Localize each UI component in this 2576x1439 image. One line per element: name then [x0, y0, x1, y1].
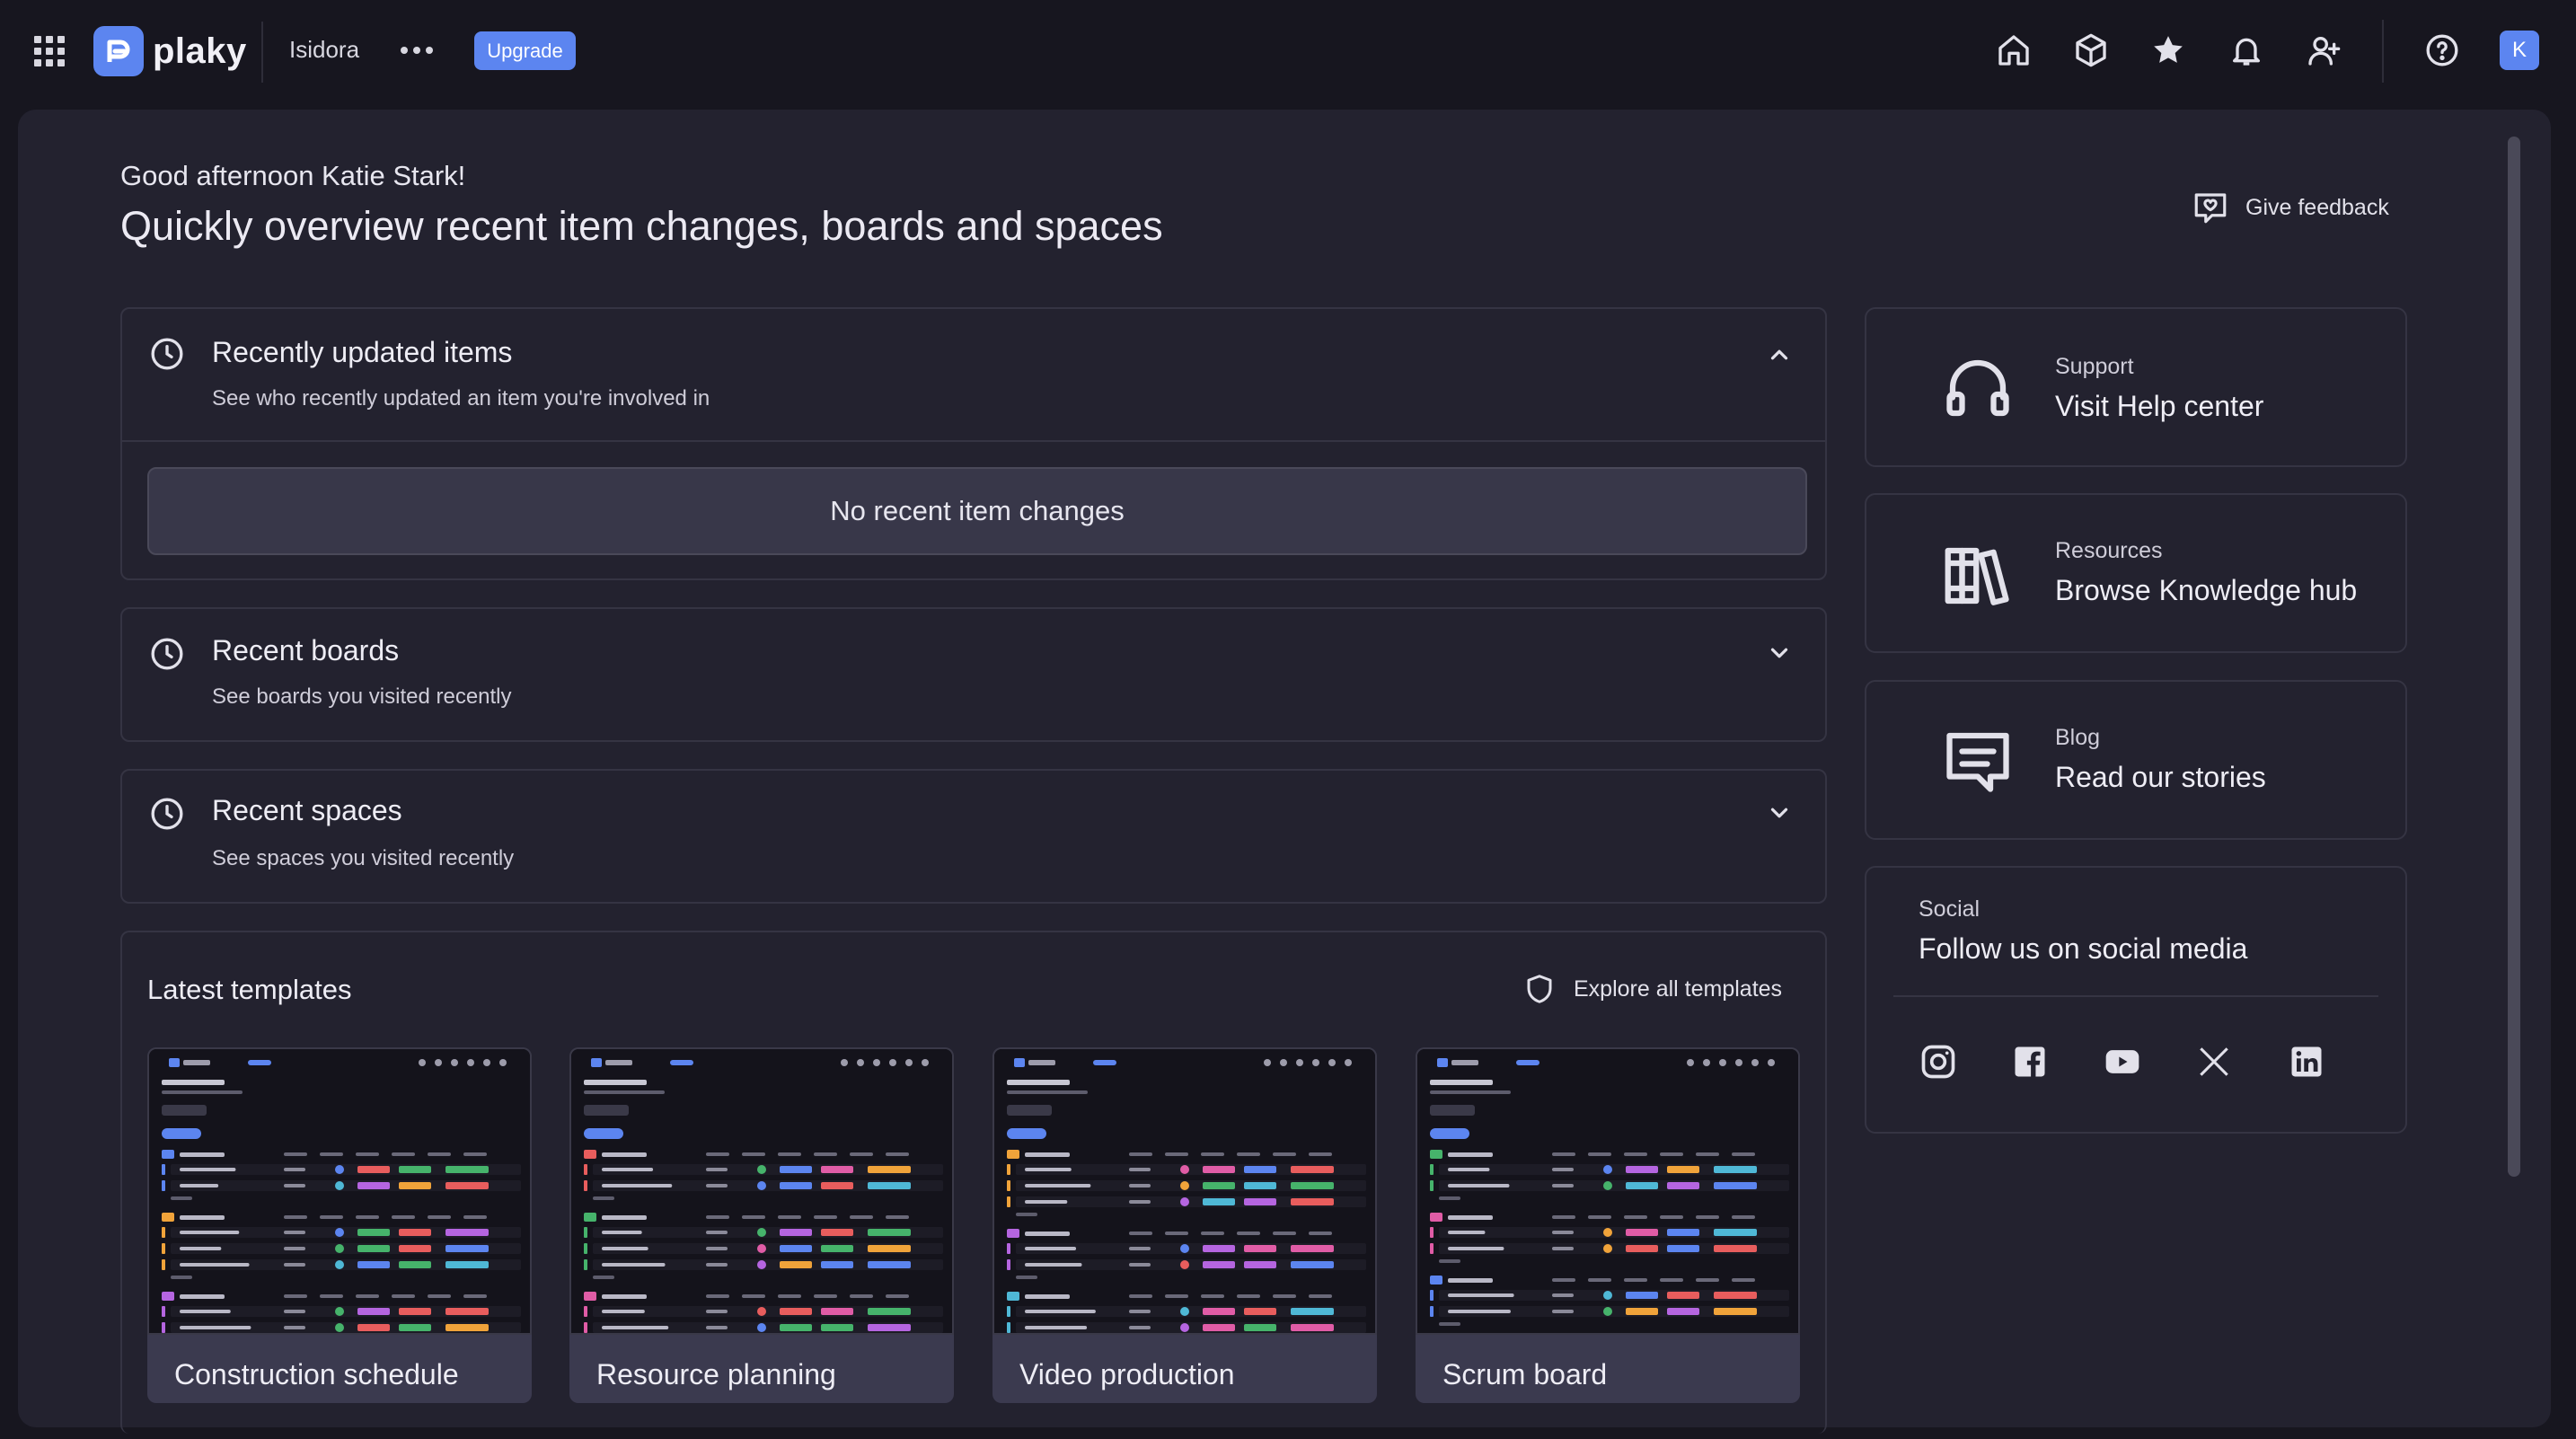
blog-card[interactable]: Blog Read our stories: [1865, 680, 2407, 840]
empty-state: No recent item changes: [147, 467, 1807, 555]
template-card[interactable]: Scrum board: [1416, 1047, 1800, 1403]
greeting: Good afternoon Katie Stark!: [120, 160, 466, 191]
section-title: Latest templates: [147, 974, 352, 1005]
blog-title: Read our stories: [2055, 761, 2266, 793]
shield-icon: [1527, 975, 1552, 1003]
facebook-icon[interactable]: [2010, 1042, 2050, 1081]
board-preview-graphic: [149, 1049, 530, 1333]
explore-templates-label: Explore all templates: [1574, 976, 1783, 1002]
chevron-down-icon[interactable]: [1766, 640, 1793, 667]
clock-icon: [151, 638, 183, 670]
recent-boards-section[interactable]: Recent boards See boards you visited rec…: [120, 607, 1827, 742]
divider: [2382, 20, 2384, 83]
upgrade-button[interactable]: Upgrade: [474, 31, 576, 70]
blog-label: Blog: [2055, 725, 2101, 750]
books-icon: [1945, 547, 2009, 605]
avatar[interactable]: K: [2500, 31, 2539, 70]
template-preview-image: [569, 1047, 954, 1335]
scrollbar[interactable]: [2508, 137, 2520, 1177]
workspace-name[interactable]: Isidora: [289, 36, 359, 64]
feedback-icon: [2194, 193, 2227, 224]
explore-templates-link[interactable]: Explore all templates: [1523, 967, 1782, 1011]
home-icon[interactable]: [1990, 27, 2037, 74]
template-name: Scrum board: [1442, 1358, 1608, 1390]
recently-updated-section: Recently updated items See who recently …: [120, 307, 1827, 580]
template-card[interactable]: Construction schedule: [147, 1047, 532, 1403]
social-title: Follow us on social media: [1919, 932, 2248, 965]
linkedin-icon[interactable]: [2287, 1042, 2326, 1081]
star-icon[interactable]: [2145, 27, 2192, 74]
chevron-up-icon[interactable]: [1766, 341, 1793, 368]
section-subtitle: See boards you visited recently: [212, 684, 512, 709]
template-name: Construction schedule: [174, 1358, 459, 1390]
section-title: Recent spaces: [212, 794, 402, 826]
template-preview-image: [992, 1047, 1377, 1335]
section-title: Recently updated items: [212, 336, 513, 368]
page-title: Quickly overview recent item changes, bo…: [120, 203, 1163, 249]
top-bar: plaky Isidora Upgrade K: [0, 0, 2576, 102]
template-preview-image: [1416, 1047, 1800, 1335]
clock-icon: [151, 798, 183, 830]
chevron-down-icon[interactable]: [1766, 799, 1793, 826]
divider: [122, 440, 1825, 442]
support-card[interactable]: Support Visit Help center: [1865, 307, 2407, 467]
board-preview-graphic: [571, 1049, 952, 1333]
resources-card[interactable]: Resources Browse Knowledge hub: [1865, 493, 2407, 653]
logo-text: plaky: [153, 31, 247, 71]
divider: [1893, 995, 2378, 997]
help-icon[interactable]: [2419, 27, 2466, 74]
resources-title: Browse Knowledge hub: [2055, 574, 2358, 606]
board-preview-graphic: [994, 1049, 1375, 1333]
template-name: Resource planning: [596, 1358, 836, 1390]
recent-spaces-section[interactable]: Recent spaces See spaces you visited rec…: [120, 769, 1827, 904]
give-feedback-button[interactable]: Give feedback: [2192, 187, 2389, 228]
divider: [261, 22, 263, 83]
give-feedback-label: Give feedback: [2245, 194, 2389, 220]
support-label: Support: [2055, 354, 2134, 379]
instagram-icon[interactable]: [1919, 1042, 1958, 1081]
template-card[interactable]: Resource planning: [569, 1047, 954, 1403]
section-title: Recent boards: [212, 634, 400, 667]
plaky-logo-icon: [93, 26, 144, 76]
plaky-logo[interactable]: plaky: [93, 25, 247, 77]
youtube-icon[interactable]: [2103, 1042, 2142, 1081]
social-label: Social: [1919, 896, 1981, 922]
add-user-icon[interactable]: [2300, 27, 2347, 74]
board-preview-graphic: [1417, 1049, 1798, 1333]
headphones-icon: [1946, 359, 2009, 417]
cube-icon[interactable]: [2068, 27, 2114, 74]
resources-label: Resources: [2055, 538, 2163, 563]
template-preview-image: [147, 1047, 532, 1335]
more-options-icon[interactable]: [397, 34, 437, 66]
support-title: Visit Help center: [2055, 390, 2264, 422]
x-icon[interactable]: [2194, 1042, 2234, 1081]
social-card: Social Follow us on social media: [1865, 866, 2407, 1134]
message-icon: [1946, 732, 2009, 792]
section-subtitle: See spaces you visited recently: [212, 846, 515, 870]
app-grid-icon[interactable]: [34, 36, 65, 66]
bell-icon[interactable]: [2223, 27, 2270, 74]
template-name: Video production: [1019, 1358, 1235, 1390]
section-subtitle: See who recently updated an item you're …: [212, 386, 710, 411]
template-card[interactable]: Video production: [992, 1047, 1377, 1403]
clock-icon: [151, 338, 183, 370]
